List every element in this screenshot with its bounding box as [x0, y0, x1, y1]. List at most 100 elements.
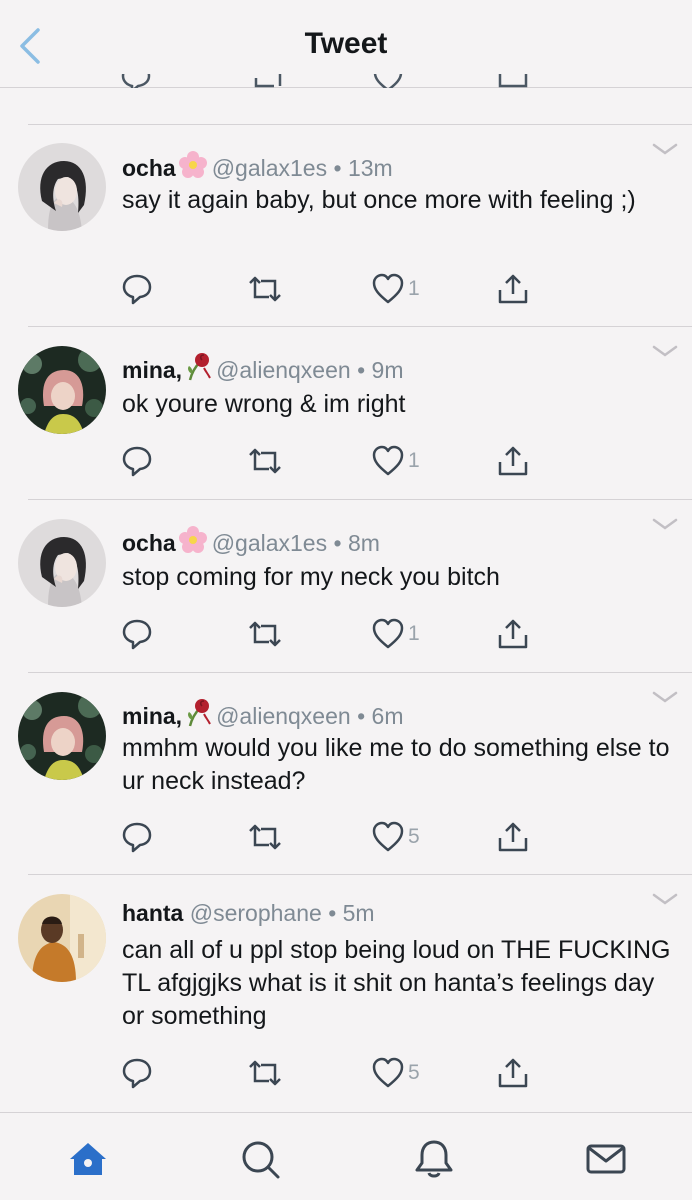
like-button[interactable]	[372, 272, 404, 306]
retweet-icon	[247, 621, 283, 655]
tweet-divider	[28, 672, 692, 673]
home-icon	[70, 1143, 106, 1175]
tweet-options-button[interactable]	[652, 517, 678, 536]
retweet-button[interactable]	[247, 272, 283, 306]
reply-icon	[121, 1058, 153, 1094]
like-button[interactable]	[372, 820, 404, 854]
tweet-actions: 1	[0, 617, 692, 651]
heart-icon	[372, 1057, 404, 1094]
chevron-down-icon	[652, 893, 678, 910]
tweet-actions: 5	[0, 820, 692, 854]
username-handle[interactable]: @serophane	[190, 900, 322, 926]
tweet-divider	[28, 124, 692, 125]
timestamp: 9m	[371, 357, 404, 383]
share-icon	[497, 1058, 529, 1094]
separator-dot: •	[357, 703, 366, 729]
display-name[interactable]: ocha	[122, 155, 176, 181]
share-icon	[497, 274, 529, 310]
display-name[interactable]: hanta	[122, 900, 183, 926]
reply-button[interactable]	[121, 1056, 153, 1090]
tweet-text: can all of u ppl stop being loud on THE …	[122, 936, 671, 1030]
share-button[interactable]	[497, 820, 529, 854]
display-name[interactable]: mina,	[122, 703, 182, 729]
timestamp: 13m	[347, 155, 393, 181]
timestamp: 6m	[371, 703, 404, 729]
share-button[interactable]	[497, 617, 529, 651]
avatar[interactable]	[18, 346, 106, 434]
tweet-options-button[interactable]	[652, 892, 678, 911]
tweet-header: mina, @alienqxeen • 9m	[122, 352, 403, 388]
heart-icon	[372, 618, 404, 655]
display-name[interactable]: ocha	[122, 530, 176, 556]
tweet-options-button[interactable]	[652, 344, 678, 363]
tweet-actions: 1	[0, 444, 692, 478]
tweet-options-button[interactable]	[652, 690, 678, 709]
reply-button[interactable]	[121, 820, 153, 854]
reply-button[interactable]	[121, 444, 153, 478]
separator-dot: •	[328, 900, 337, 926]
tweet-divider	[28, 326, 692, 327]
share-button[interactable]	[497, 272, 529, 306]
username-handle[interactable]: @galax1es	[212, 155, 327, 181]
tweet-header: ocha @galax1es • 13m	[122, 150, 393, 186]
heart-icon	[372, 273, 404, 310]
tweet-text: stop coming for my neck you bitch	[122, 563, 500, 591]
tab-search[interactable]	[238, 1137, 282, 1181]
avatar[interactable]	[18, 692, 106, 780]
like-count: 1	[408, 449, 420, 472]
like-button[interactable]	[372, 617, 404, 651]
chevron-down-icon	[652, 518, 678, 535]
tweet-text: ok youre wrong & im right	[122, 390, 406, 418]
like-count: 1	[408, 622, 420, 645]
username-handle[interactable]: @alienqxeen	[216, 357, 351, 383]
tweet-divider	[28, 874, 692, 875]
timestamp: 5m	[342, 900, 375, 926]
retweet-button[interactable]	[247, 444, 283, 478]
avatar[interactable]	[18, 894, 106, 982]
retweet-button[interactable]	[247, 617, 283, 651]
like-button[interactable]	[372, 1056, 404, 1090]
like-count: 5	[408, 825, 420, 848]
username-handle[interactable]: @alienqxeen	[216, 703, 351, 729]
like-button[interactable]	[372, 444, 404, 478]
bottom-tab-bar	[0, 1112, 692, 1200]
tweet-options-button[interactable]	[652, 142, 678, 161]
retweet-icon	[247, 448, 283, 482]
retweet-button[interactable]	[247, 1056, 283, 1090]
like-count: 1	[408, 277, 420, 300]
retweet-button[interactable]	[247, 820, 283, 854]
messages-icon	[586, 1144, 626, 1174]
wilted-rose-emoji	[184, 698, 212, 734]
top-bar: Tweet	[0, 0, 692, 88]
avatar[interactable]	[18, 519, 106, 607]
timestamp: 8m	[347, 530, 380, 556]
tweet-text: mmhm would you like me to do something e…	[122, 734, 670, 795]
share-button[interactable]	[497, 1056, 529, 1090]
share-button[interactable]	[497, 444, 529, 478]
cherry-blossom-emoji	[178, 150, 208, 186]
tweet-actions: 5	[0, 1056, 692, 1090]
wilted-rose-emoji	[184, 352, 212, 388]
tweet-actions: 1	[0, 272, 692, 306]
reply-icon	[121, 274, 153, 310]
reply-button[interactable]	[121, 272, 153, 306]
avatar[interactable]	[18, 143, 106, 231]
tab-messages[interactable]	[584, 1137, 628, 1181]
tab-notifications[interactable]	[412, 1137, 456, 1181]
tweet-header: hanta @serophane • 5m	[122, 900, 375, 927]
retweet-icon	[247, 824, 283, 858]
previous-tweet-actions	[0, 74, 692, 88]
share-icon	[497, 822, 529, 858]
retweet-icon	[247, 1060, 283, 1094]
like-count: 5	[408, 1061, 420, 1084]
username-handle[interactable]: @galax1es	[212, 530, 327, 556]
heart-icon	[372, 445, 404, 482]
reply-button[interactable]	[121, 617, 153, 651]
chevron-down-icon	[652, 143, 678, 160]
separator-dot: •	[357, 357, 366, 383]
heart-icon	[372, 821, 404, 858]
display-name[interactable]: mina,	[122, 357, 182, 383]
tab-home[interactable]	[66, 1137, 110, 1181]
reply-icon	[121, 619, 153, 655]
chevron-down-icon	[652, 691, 678, 708]
